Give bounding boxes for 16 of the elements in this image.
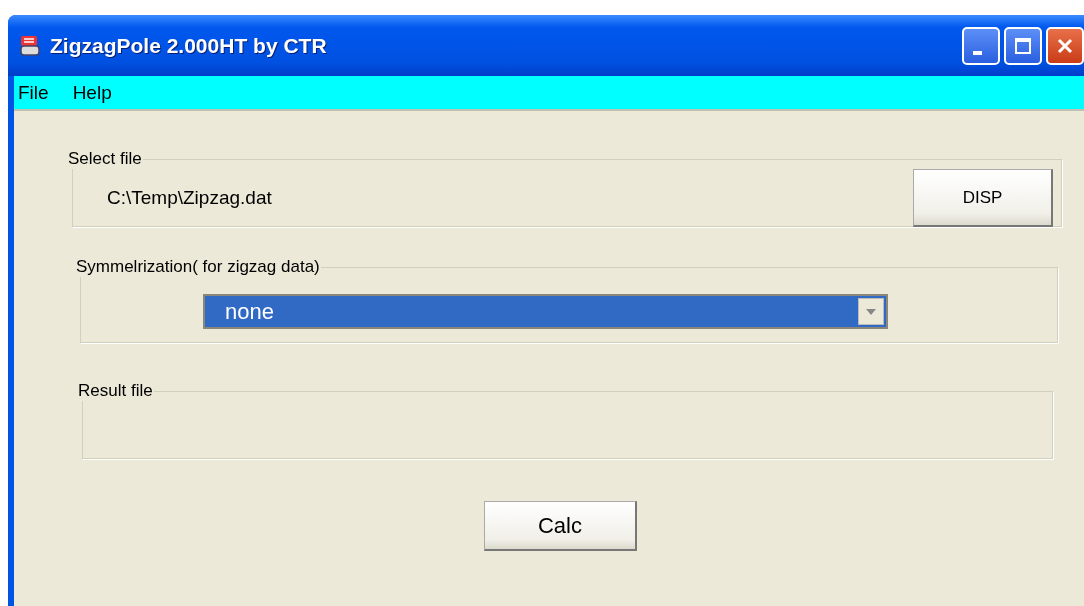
window-title: ZigzagPole 2.000HT by CTR [50, 33, 327, 58]
minimize-icon [972, 50, 982, 55]
menu-item[interactable]: Help [72, 81, 112, 104]
group-label: Result file [77, 381, 154, 401]
calc-button[interactable]: Calc [484, 501, 637, 551]
close-button[interactable] [1046, 26, 1084, 65]
menu-item[interactable]: File [18, 81, 49, 104]
minimize-button[interactable] [962, 26, 1000, 65]
disp-button[interactable]: DISP [913, 169, 1053, 227]
group-label: Symmelrization( for zigzag data) [75, 257, 321, 277]
app-icon [18, 33, 42, 58]
file-path: C:\Temp\Zipzag.dat [107, 187, 272, 209]
dropdown[interactable]: none [203, 294, 888, 329]
group-label: Select file [67, 149, 143, 169]
maximize-icon [1013, 35, 1033, 56]
maximize-button[interactable] [1004, 26, 1042, 65]
